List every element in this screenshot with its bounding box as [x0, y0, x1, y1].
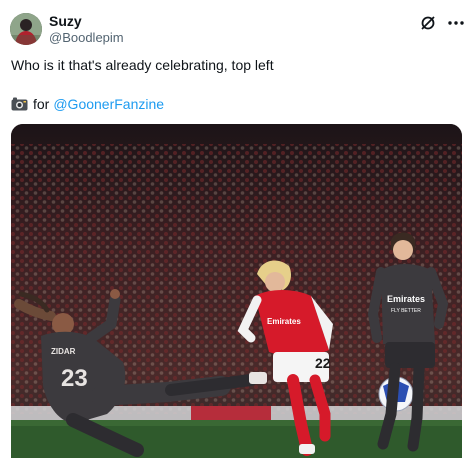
author-handle[interactable]: @Boodlepim	[49, 30, 124, 45]
player-right-sponsor: Emirates	[387, 294, 425, 304]
player-left-number: 23	[61, 365, 88, 392]
avatar[interactable]	[10, 13, 42, 45]
more-icon[interactable]	[446, 15, 466, 31]
tweet-text: Who is it that's already celebrating, to…	[11, 57, 274, 73]
credit-link[interactable]: @GoonerFanzine	[53, 96, 164, 112]
player-right-sponsor-sub: FLY BETTER	[391, 308, 421, 314]
credit-prefix: for	[33, 96, 50, 112]
player-center-sponsor: Emirates	[267, 317, 301, 326]
player-center-number: 22	[315, 355, 331, 371]
grok-icon[interactable]	[420, 15, 436, 31]
player-left-name: ZIDAR	[51, 347, 76, 356]
author-name[interactable]: Suzy	[49, 13, 82, 29]
avatar-photo	[10, 13, 42, 45]
photo-credit: for @GoonerFanzine	[11, 96, 164, 112]
match-photo: ZIDAR 23 Emirates 22 Emirates FLY BETTER	[11, 124, 462, 458]
tweet-photo[interactable]: ZIDAR 23 Emirates 22 Emirates FLY BETTER	[11, 124, 462, 458]
camera-icon	[11, 97, 28, 111]
